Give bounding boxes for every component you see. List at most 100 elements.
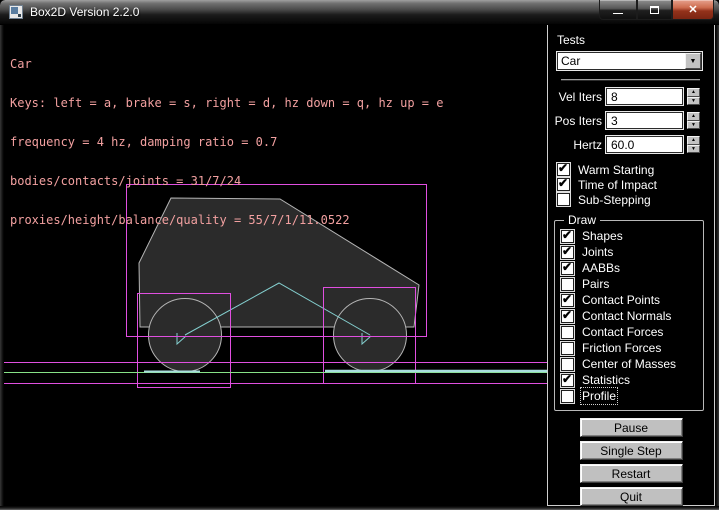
checkbox-label: Pairs: [582, 277, 609, 291]
checkbox-box[interactable]: ✔: [561, 374, 574, 387]
checkbox-label: Sub-Stepping: [578, 193, 651, 207]
checkbox-label: AABBs: [582, 261, 620, 275]
button-column: Pause Single Step Restart Quit: [548, 418, 714, 506]
checkmark-icon: ✔: [562, 308, 572, 322]
checkbox-profile[interactable]: ✔ Profile: [561, 388, 703, 404]
checkbox-box[interactable]: ✔: [561, 246, 574, 259]
checkbox-friction-forces[interactable]: ✔ Friction Forces: [561, 340, 703, 356]
hertz-stepper[interactable]: ▲ ▼: [687, 136, 700, 153]
pos-iters-stepper[interactable]: ▲ ▼: [687, 112, 700, 129]
tests-label: Tests: [557, 33, 714, 47]
checkmark-icon: ✔: [562, 372, 572, 386]
checkbox-statistics[interactable]: ✔ Statistics: [561, 372, 703, 388]
checkbox-label: Joints: [582, 245, 613, 259]
tests-dropdown-value: Car: [561, 54, 580, 68]
checkbox-sub-stepping[interactable]: ✔ Sub-Stepping: [557, 192, 714, 207]
checkbox-box[interactable]: ✔: [557, 178, 570, 191]
checkbox-box[interactable]: ✔: [561, 390, 574, 403]
separator: [561, 79, 700, 81]
spinner-up-icon[interactable]: ▲: [687, 88, 700, 97]
checkbox-contact-points[interactable]: ✔ Contact Points: [561, 292, 703, 308]
window-title: Box2D Version 2.2.0: [30, 5, 139, 19]
checkbox-label: Profile: [582, 389, 616, 403]
checkbox-box[interactable]: ✔: [561, 230, 574, 243]
stats-line: Keys: left = a, brake = s, right = d, hz…: [10, 97, 443, 110]
checkmark-icon: ✔: [562, 260, 572, 274]
checkbox-warm-starting[interactable]: ✔ Warm Starting: [557, 162, 714, 177]
minimize-button[interactable]: —: [599, 0, 637, 20]
checkbox-box[interactable]: ✔: [561, 310, 574, 323]
checkbox-box[interactable]: ✔: [557, 193, 570, 206]
checkbox-label: Shapes: [582, 229, 623, 243]
vel-iters-spinner: Vel Iters 8 ▲ ▼: [548, 88, 714, 105]
spinner-up-icon[interactable]: ▲: [687, 112, 700, 121]
checkbox-contact-normals[interactable]: ✔ Contact Normals: [561, 308, 703, 324]
stats-line: frequency = 4 hz, damping ratio = 0.7: [10, 136, 443, 149]
restart-button[interactable]: Restart: [580, 464, 683, 483]
checkbox-box[interactable]: ✔: [561, 342, 574, 355]
checkbox-box[interactable]: ✔: [561, 358, 574, 371]
quit-button[interactable]: Quit: [580, 487, 683, 506]
app-window: Box2D Version 2.2.0 — ✕: [0, 0, 719, 510]
single-step-button[interactable]: Single Step: [580, 441, 683, 460]
checkbox-label: Statistics: [582, 373, 630, 387]
pos-iters-field[interactable]: 3: [606, 112, 683, 129]
spinner-down-icon[interactable]: ▼: [687, 97, 700, 106]
vel-iters-label: Vel Iters: [548, 90, 606, 104]
close-icon: ✕: [688, 3, 697, 16]
simulation-canvas[interactable]: Car Keys: left = a, brake = s, right = d…: [4, 25, 547, 506]
dropdown-button[interactable]: ▼: [685, 53, 701, 69]
draw-group-label: Draw: [564, 213, 600, 227]
draw-group: Draw ✔ Shapes ✔ Joints ✔ AABBs ✔ Pairs ✔…: [554, 220, 704, 411]
chevron-down-icon: ▼: [690, 58, 697, 65]
tests-dropdown[interactable]: Car ▼: [557, 52, 702, 70]
maximize-button[interactable]: [637, 0, 672, 20]
app-icon: [9, 5, 23, 19]
pause-button[interactable]: Pause: [580, 418, 683, 437]
checkbox-box[interactable]: ✔: [561, 326, 574, 339]
checkbox-label: Friction Forces: [582, 341, 661, 355]
spinner-down-icon[interactable]: ▼: [687, 121, 700, 130]
checkbox-label: Contact Forces: [582, 325, 663, 339]
spinner-up-icon[interactable]: ▲: [687, 136, 700, 145]
checkbox-aabbs[interactable]: ✔ AABBs: [561, 260, 703, 276]
hertz-field[interactable]: 60.0: [606, 136, 683, 153]
checkbox-contact-forces[interactable]: ✔ Contact Forces: [561, 324, 703, 340]
checkbox-center-of-masses[interactable]: ✔ Center of Masses: [561, 356, 703, 372]
checkbox-box[interactable]: ✔: [557, 163, 570, 176]
stats-line: proxies/height/balance/quality = 55/7/1/…: [10, 214, 443, 227]
vel-iters-field[interactable]: 8: [606, 88, 683, 105]
spinner-down-icon[interactable]: ▼: [687, 145, 700, 154]
checkbox-time-of-impact[interactable]: ✔ Time of Impact: [557, 177, 714, 192]
checkbox-label: Center of Masses: [582, 357, 676, 371]
checkbox-box[interactable]: ✔: [561, 294, 574, 307]
checkmark-icon: ✔: [562, 228, 572, 242]
window-frame-right: [715, 25, 719, 506]
checkbox-shapes[interactable]: ✔ Shapes: [561, 228, 703, 244]
hertz-spinner: Hertz 60.0 ▲ ▼: [548, 136, 714, 153]
checkbox-label: Time of Impact: [578, 178, 657, 192]
checkmark-icon: ✔: [562, 292, 572, 306]
checkmark-icon: ✔: [562, 244, 572, 258]
checkmark-icon: ✔: [558, 161, 568, 175]
stats-line: bodies/contacts/joints = 31/7/24: [10, 175, 443, 188]
checkbox-label: Contact Normals: [582, 309, 671, 323]
window-frame-bottom: [0, 506, 719, 510]
checkbox-box[interactable]: ✔: [561, 262, 574, 275]
minimize-icon: —: [613, 8, 623, 19]
checkbox-box[interactable]: ✔: [561, 278, 574, 291]
debug-stats-text: Car Keys: left = a, brake = s, right = d…: [10, 32, 443, 253]
checkbox-label: Warm Starting: [578, 163, 654, 177]
hertz-label: Hertz: [548, 138, 606, 152]
maximize-icon: [650, 6, 659, 14]
title-bar[interactable]: Box2D Version 2.2.0 — ✕: [0, 0, 719, 25]
checkbox-label: Contact Points: [582, 293, 660, 307]
checkbox-joints[interactable]: ✔ Joints: [561, 244, 703, 260]
checkbox-pairs[interactable]: ✔ Pairs: [561, 276, 703, 292]
pos-iters-spinner: Pos Iters 3 ▲ ▼: [548, 112, 714, 129]
vel-iters-stepper[interactable]: ▲ ▼: [687, 88, 700, 105]
pos-iters-label: Pos Iters: [548, 114, 606, 128]
stats-line: Car: [10, 58, 443, 71]
checkmark-icon: ✔: [558, 176, 568, 190]
close-button[interactable]: ✕: [672, 0, 714, 20]
